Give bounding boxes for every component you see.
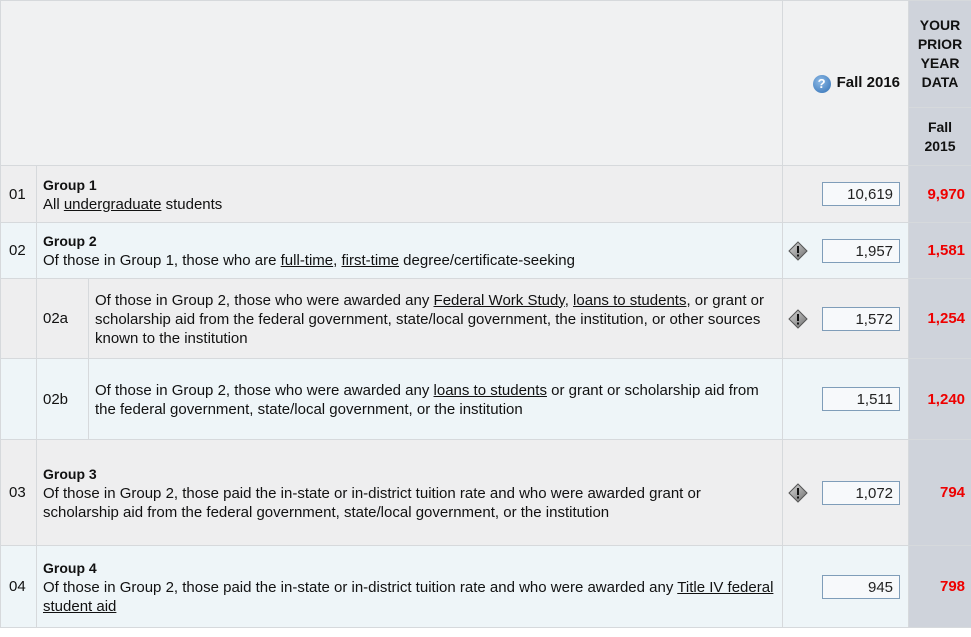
- table-row: 04 Group 4 Of those in Group 2, those pa…: [0, 545, 971, 628]
- row-number: 02a: [36, 278, 89, 359]
- value-cell: 1,957: [782, 222, 910, 279]
- indent-cell: [0, 358, 37, 440]
- loans-to-students-link[interactable]: loans to students: [434, 382, 547, 399]
- row-description: Group 2 Of those in Group 1, those who a…: [35, 222, 784, 279]
- full-time-link[interactable]: full-time: [281, 252, 334, 269]
- warning-icon[interactable]: [788, 240, 808, 261]
- group-title: Group 3: [43, 465, 97, 482]
- prior-value: 9,970: [908, 165, 971, 223]
- warning-icon[interactable]: [788, 308, 808, 329]
- help-icon[interactable]: ?: [812, 74, 831, 93]
- value-cell: 1,511: [782, 358, 910, 440]
- value-cell: 10,619: [782, 165, 910, 223]
- row-number: 03: [0, 439, 37, 546]
- group2-value-input[interactable]: 1,957: [822, 238, 901, 263]
- desc-text: degree/certificate-seeking: [399, 252, 575, 269]
- group-title: Group 1: [43, 176, 97, 193]
- prior-value: 1,581: [908, 222, 971, 279]
- prior-value: 798: [908, 545, 971, 628]
- prior-year-title: YOUR PRIOR YEAR DATA: [917, 17, 963, 90]
- group2b-value-input[interactable]: 1,511: [822, 387, 901, 411]
- row-number: 04: [0, 545, 37, 628]
- prior-value: 1,240: [908, 358, 971, 440]
- value-cell: 1,572: [782, 278, 910, 359]
- group1-value-input[interactable]: 10,619: [822, 182, 901, 206]
- current-year-header: ? Fall 2016: [782, 0, 910, 166]
- row-description: Of those in Group 2, those who were awar…: [87, 278, 784, 359]
- prior-year-sublabel: Fall 2015: [924, 118, 956, 154]
- group-title: Group 2: [43, 233, 97, 249]
- first-time-link[interactable]: first-time: [342, 252, 400, 269]
- loans-to-students-link[interactable]: loans to students: [573, 292, 686, 309]
- desc-text: ,: [564, 291, 574, 309]
- group4-value-input[interactable]: 945: [822, 574, 901, 599]
- row-description: Group 4 Of those in Group 2, those paid …: [35, 545, 784, 628]
- table-row: 01 Group 1 All undergraduate students 10…: [0, 165, 971, 223]
- desc-text: Of those in Group 2, those paid the in-s…: [43, 484, 701, 521]
- group-title: Group 4: [43, 559, 97, 576]
- row-number: 01: [0, 165, 37, 223]
- indent-cell: [0, 278, 37, 359]
- header-row: ? Fall 2016 YOUR PRIOR YEAR DATA: [0, 0, 971, 166]
- current-year-label: Fall 2016: [836, 74, 901, 92]
- group2a-value-input[interactable]: 1,572: [822, 306, 901, 331]
- row-description: Of those in Group 2, those who were awar…: [87, 358, 784, 440]
- federal-work-study-link[interactable]: Federal Work Study: [434, 292, 565, 309]
- enrollment-table: ? Fall 2016 YOUR PRIOR YEAR DATA Fall 201…: [0, 0, 971, 628]
- row-number: 02: [0, 222, 37, 279]
- desc-text: ,: [333, 252, 342, 269]
- desc-text: students: [161, 195, 223, 213]
- desc-text: Of those in Group 1, those who are: [43, 252, 281, 269]
- header-blank: [0, 0, 784, 166]
- value-cell: 1,072: [782, 439, 910, 546]
- value-cell: 945: [782, 545, 910, 628]
- warning-icon[interactable]: [788, 482, 808, 503]
- prior-value: 794: [908, 439, 971, 546]
- table-row: 02b Of those in Group 2, those who were …: [0, 358, 971, 440]
- group3-value-input[interactable]: 1,072: [822, 480, 901, 505]
- prior-year-subheader: Fall 2015: [908, 107, 971, 166]
- undergraduate-link[interactable]: undergraduate: [64, 196, 162, 213]
- row-description: Group 3 Of those in Group 2, those paid …: [35, 439, 784, 546]
- desc-text: All: [43, 195, 64, 213]
- table-row: 03 Group 3 Of those in Group 2, those pa…: [0, 439, 971, 546]
- table-row: 02 Group 2 Of those in Group 1, those wh…: [0, 222, 971, 279]
- desc-text: Of those in Group 2, those who were awar…: [95, 381, 434, 399]
- desc-text: Of those in Group 2, those who were awar…: [95, 291, 434, 309]
- table-row: 02a Of those in Group 2, those who were …: [0, 278, 971, 359]
- row-description: Group 1 All undergraduate students: [35, 165, 784, 223]
- row-number: 02b: [36, 358, 89, 440]
- prior-value: 1,254: [908, 278, 971, 359]
- desc-text: Of those in Group 2, those paid the in-s…: [43, 578, 678, 596]
- prior-year-header: YOUR PRIOR YEAR DATA: [908, 0, 971, 108]
